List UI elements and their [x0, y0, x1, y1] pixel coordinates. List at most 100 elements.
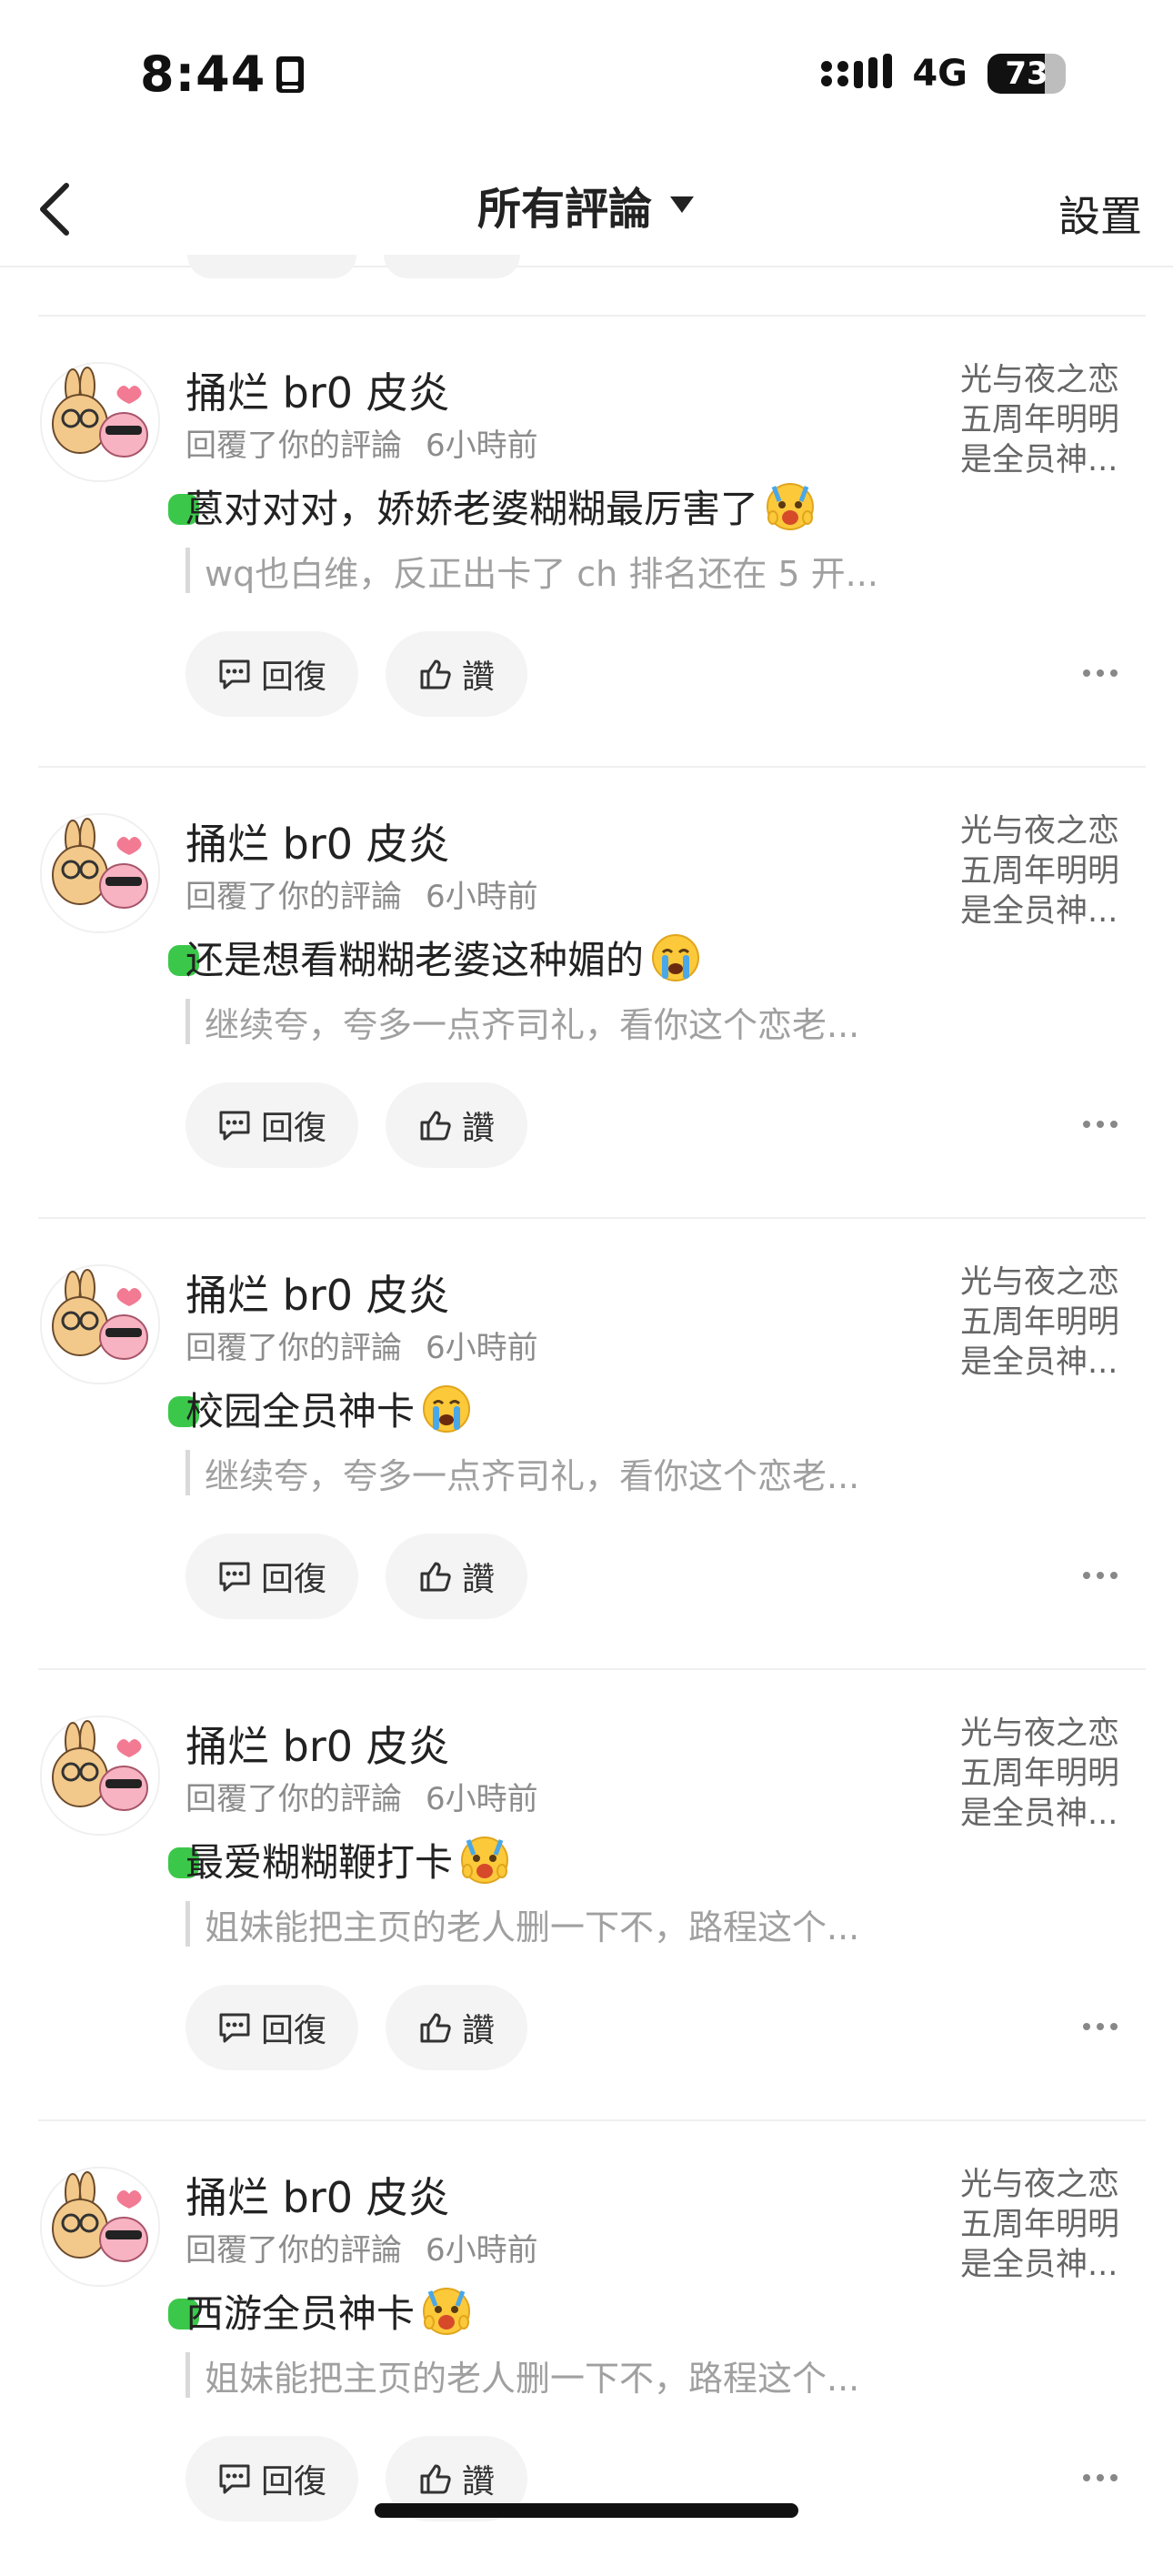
meta-label: 回覆了你的評論	[185, 1781, 402, 1817]
source-line: 光与夜之恋	[960, 1264, 1120, 1301]
comment-meta: 回覆了你的評論 6小時前	[185, 420, 538, 465]
home-indicator[interactable]	[375, 2503, 798, 2518]
comment-bubble-icon	[219, 1562, 250, 1592]
source-line: 是全员神...	[960, 1796, 1118, 1832]
reply-label: 回復	[260, 659, 326, 696]
avatar[interactable]	[40, 362, 204, 529]
quoted-comment[interactable]: 姐妹能把主页的老人删一下不，路程这个...	[185, 1901, 859, 1947]
bunny-sticker-icon	[52, 2171, 148, 2262]
comment-meta: 回覆了你的評論 6小時前	[185, 871, 538, 916]
previous-reply-chip[interactable]	[187, 255, 356, 278]
comment-divider	[38, 2119, 1146, 2121]
comment-text: 西游全员神卡	[185, 2283, 473, 2339]
more-dots-icon	[1083, 1572, 1118, 1579]
source-line: 五周年明明	[960, 1756, 1120, 1792]
comment-body: 最爱糊糊鞭打卡	[185, 1840, 454, 1885]
like-button[interactable]: 讚	[386, 1985, 527, 2070]
like-button[interactable]: 讚	[386, 1534, 527, 1619]
more-options-button[interactable]	[1073, 1557, 1128, 1594]
username[interactable]: 捅烂 br0 皮炎	[185, 2165, 450, 2225]
quoted-comment[interactable]: 继续夸，夸多一点齐司礼，看你这个恋老...	[185, 999, 859, 1045]
comment-text: 最爱糊糊鞭打卡	[185, 1832, 511, 1887]
comment-item[interactable]: 捅烂 br0 皮炎 回覆了你的評論 6小時前 光与夜之恋五周年明明是全员神... 蒽对对…	[0, 322, 1173, 771]
avatar[interactable]	[40, 1716, 204, 1883]
avatar[interactable]	[40, 1264, 204, 1432]
more-options-button[interactable]	[1073, 2008, 1128, 2045]
username[interactable]: 捅烂 br0 皮炎	[185, 1714, 450, 1774]
more-dots-icon	[1083, 2474, 1118, 2481]
emoji	[458, 1834, 511, 1887]
more-options-button[interactable]	[1073, 2460, 1128, 2496]
quoted-comment[interactable]: wq也白维，反正出卡了 ch 排名还在 5 开...	[185, 548, 878, 594]
source-line: 五周年明明	[960, 402, 1120, 438]
comment-divider	[38, 766, 1146, 768]
source-post[interactable]: 光与夜之恋 五周年明明 是全员神...	[960, 2165, 1133, 2285]
previous-like-chip[interactable]	[384, 255, 520, 278]
comment-bubble-icon	[219, 659, 250, 689]
thumbs-up-icon	[420, 1562, 451, 1592]
network-type: 4G	[912, 53, 967, 95]
timestamp: 6小時前	[426, 428, 538, 464]
source-line: 光与夜之恋	[960, 813, 1120, 850]
like-button[interactable]: 讚	[386, 631, 527, 717]
comment-text: 校园全员神卡	[185, 1381, 473, 1436]
comment-meta: 回覆了你的評論 6小時前	[185, 2225, 538, 2269]
avatar[interactable]	[40, 2167, 204, 2334]
thumbs-up-icon	[420, 2464, 451, 2494]
meta-label: 回覆了你的評論	[185, 879, 402, 915]
source-post[interactable]: 光与夜之恋 五周年明明 是全员神...	[960, 1714, 1133, 1834]
source-line: 光与夜之恋	[960, 362, 1120, 398]
shocked-face-icon	[461, 1836, 509, 1884]
emoji	[420, 1383, 473, 1435]
emoji	[649, 931, 702, 984]
reply-button[interactable]: 回復	[185, 631, 358, 717]
more-options-button[interactable]	[1073, 1106, 1128, 1142]
comment-item[interactable]: 捅烂 br0 皮炎回覆了你的評論 6小時前 光与夜之恋 五周年明明 是全员神... 还是想…	[0, 773, 1173, 1223]
bunny-sticker-icon	[52, 1269, 148, 1360]
username[interactable]: 捅烂 br0 皮炎	[185, 1263, 450, 1323]
bunny-sticker-icon	[52, 367, 148, 458]
timestamp: 6小時前	[426, 2232, 538, 2269]
quoted-comment[interactable]: 姐妹能把主页的老人删一下不，路程这个...	[185, 2352, 859, 2399]
reply-button[interactable]: 回復	[185, 1534, 358, 1619]
comment-bubble-icon	[219, 2013, 250, 2043]
nav-bar: 所有評論 設置	[0, 146, 1173, 267]
reply-button[interactable]: 回復	[185, 1082, 358, 1168]
caret-down-icon	[670, 196, 694, 213]
reply-button[interactable]: 回復	[185, 2436, 358, 2521]
source-post[interactable]: 光与夜之恋五周年明明是全员神...	[960, 360, 1133, 480]
comment-text: 还是想看糊糊老婆这种媚的	[185, 930, 702, 985]
source-line: 是全员神...	[960, 442, 1118, 478]
comment-item[interactable]: 捅烂 br0 皮炎 回覆了你的評論 6小時前 光与夜之恋 五周年明明 是全员神... 校园全…	[0, 1224, 1173, 1674]
timestamp: 6小時前	[426, 879, 538, 915]
filter-dropdown[interactable]: 所有評論	[0, 173, 1173, 236]
previous-item-actions	[187, 255, 520, 278]
like-label: 讚	[461, 2463, 495, 2501]
like-button[interactable]: 讚	[386, 1082, 527, 1168]
quoted-comment[interactable]: 继续夸，夸多一点齐司礼，看你这个恋老...	[185, 1450, 859, 1496]
reply-button[interactable]: 回復	[185, 1985, 358, 2070]
username[interactable]: 捅烂 br0 皮炎	[185, 360, 450, 420]
comment-meta: 回覆了你的評論 6小時前	[185, 1774, 538, 1818]
settings-button[interactable]: 設置	[1058, 184, 1142, 244]
reply-label: 回復	[260, 1561, 326, 1598]
comment-actions: 回復 讚	[185, 1534, 527, 1619]
more-dots-icon	[1083, 2023, 1118, 2030]
source-line: 五周年明明	[960, 1304, 1120, 1341]
shocked-face-icon	[423, 2287, 471, 2335]
like-label: 讚	[461, 659, 495, 696]
username[interactable]: 捅烂 br0 皮炎	[185, 811, 450, 871]
source-post[interactable]: 光与夜之恋 五周年明明 是全员神...	[960, 1263, 1133, 1383]
avatar[interactable]	[40, 813, 204, 981]
source-line: 是全员神...	[960, 893, 1118, 930]
source-line: 是全员神...	[960, 2247, 1118, 2283]
time-text: 8:44	[140, 45, 266, 103]
comment-text: 蒽对对对，娇娇老婆糊糊最厉害了	[185, 478, 817, 534]
comment-actions: 回復 讚	[185, 1985, 527, 2070]
source-post[interactable]: 光与夜之恋 五周年明明 是全员神...	[960, 811, 1133, 931]
comment-item[interactable]: 捅烂 br0 皮炎 回覆了你的評論 6小時前 光与夜之恋 五周年明明 是全员神... 最爱糊…	[0, 1675, 1173, 2125]
like-label: 讚	[461, 2012, 495, 2049]
battery-indicator: 73	[988, 54, 1066, 94]
more-options-button[interactable]	[1073, 655, 1128, 691]
shocked-face-icon	[767, 482, 815, 530]
